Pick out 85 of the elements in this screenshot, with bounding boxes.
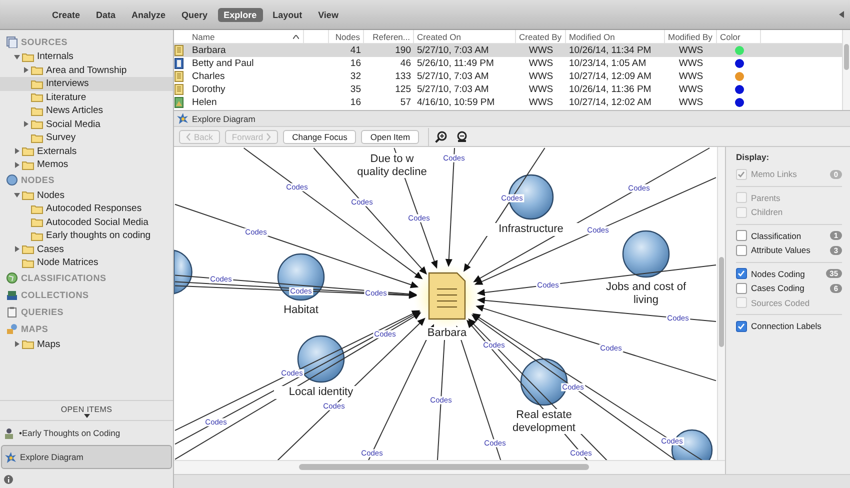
checkbox-label[interactable]: Attribute Values [751,245,826,256]
node-label: Infrastructure [484,223,578,236]
table-cell-text: Dorothy [191,84,226,95]
table-cell-text: WWS [678,84,704,95]
table-row[interactable]: Dorothy 35 125 5/27/10, 7:03 AM WWS 10/26/14, 11:36 PM WWS [174,83,842,96]
table-cell-text: 10/26/14, 11:36 PM [568,84,652,95]
tree-item[interactable]: Survey [0,131,173,144]
toolbar-tab[interactable]: Explore [218,8,263,22]
table-cell-text: WWS [678,45,704,56]
tree-item[interactable]: Area and Township [0,64,173,77]
column-header[interactable]: Modified By [665,30,717,43]
tree-item[interactable]: Node Matrices [0,256,173,270]
table-cell-text: 125 [394,84,412,95]
table-cell-text: Helen [191,97,218,108]
table-cell-text: WWS [678,58,704,69]
node-label: Barbara [425,327,469,340]
table-cell-text: 16 [349,97,362,108]
toolbar-tab[interactable]: Create [46,8,86,22]
column-header[interactable]: Modified On [566,30,665,43]
checkbox-label[interactable]: Connection Labels [751,321,842,332]
tree-item[interactable]: Early thoughts on coding [0,229,173,242]
table-row[interactable]: Barbara 41 190 5/27/10, 7:03 AM WWS 10/26/14, 11:34 PM WWS [174,44,842,57]
tree-item[interactable]: Externals [0,144,173,158]
column-header[interactable]: Created On [414,30,516,43]
table-cell-text: 32 [349,71,362,82]
toolbar-tab[interactable]: Data [90,8,122,22]
toolbar-tab[interactable]: Query [176,8,214,22]
table-cell-text: WWS [678,97,704,108]
column-header[interactable]: Created By [516,30,566,43]
table-cell-text: 5/27/10, 7:03 AM [416,45,490,56]
toolbar-button[interactable]: Change Focus [283,130,356,144]
column-header[interactable]: Nodes [329,30,364,43]
toolbar-tab[interactable]: Analyze [126,8,172,22]
table-cell-text: WWS [678,71,704,82]
tree-item[interactable]: Cases [0,242,173,256]
table-cell-text: 10/27/14, 12:02 AM [568,97,652,108]
tree-item[interactable]: Autocoded Social Media [0,216,173,229]
table-cell-text: WWS [528,58,554,69]
table-cell-text: 133 [394,71,412,82]
panel-title: Explore Diagram [192,114,256,124]
table-cell-text: 5/27/10, 7:03 AM [416,84,490,95]
table-row[interactable]: Betty and Paul 16 46 5/26/10, 11:49 PM WWS 10/23/14, 1:05 AM WWS [174,57,842,70]
tree-item[interactable]: Internals [0,50,173,64]
tree-item[interactable]: Interviews [0,77,173,90]
table-cell-text: WWS [528,71,554,82]
table-cell-text: WWS [528,97,554,108]
tree-item[interactable]: Literature [0,90,173,104]
table-cell-text: WWS [528,45,554,56]
open-item[interactable]: •Early Thoughts on Coding [1,422,172,444]
column-header[interactable]: Referen... [364,30,414,43]
table-cell-text: 57 [399,97,412,108]
checkbox-label[interactable]: Nodes Coding [751,268,822,279]
table-cell-text: Charles [191,71,226,82]
table-cell-text: 5/26/10, 11:49 PM [416,58,495,69]
table-cell-text: 46 [399,58,412,69]
table-cell-text: 35 [349,84,362,95]
toolbar-tab[interactable]: View [312,8,344,22]
table-cell-text: 41 [349,45,362,56]
table-cell-text: 5/27/10, 7:03 AM [416,71,490,82]
table-row[interactable]: Helen 16 57 4/16/10, 10:59 PM WWS 10/27/14, 12:02 AM WWS [174,96,842,109]
tree-item[interactable]: News Articles [0,104,173,118]
table-cell-text: WWS [528,84,554,95]
panel-heading: Display: [736,152,770,162]
table-cell-text: Barbara [191,45,227,56]
toolbar-button[interactable]: Open Item [361,130,420,144]
tree-item[interactable]: Memos [0,158,173,172]
table-cell-text: 10/26/14, 11:34 PM [568,45,652,56]
table-cell-text: 4/16/10, 10:59 PM [416,97,496,108]
tree-item[interactable]: Nodes [0,188,173,202]
column-header[interactable]: Color [717,30,761,43]
table-row[interactable]: Charles 32 133 5/27/10, 7:03 AM WWS 10/27/14, 12:09 AM WWS [174,70,842,83]
table-cell-text: Betty and Paul [191,58,255,69]
checkbox-label[interactable]: Classification [751,230,826,241]
section-title: OPEN ITEMS [60,405,112,414]
table-cell-text: 10/27/14, 12:09 AM [568,71,652,82]
table-cell-text: 190 [394,45,412,56]
table-cell-text: 10/23/14, 1:05 AM [568,58,648,69]
tree-item[interactable]: Social Media [0,118,173,131]
toolbar-tab[interactable]: Layout [266,8,308,22]
column-header[interactable]: Name [189,30,304,43]
table-cell-text: 16 [349,58,362,69]
checkbox-label[interactable]: Cases Coding [751,283,826,294]
tree-item[interactable]: Autocoded Responses [0,202,173,216]
tree-item[interactable]: Maps [0,338,173,351]
open-item[interactable]: Explore Diagram [1,445,172,469]
